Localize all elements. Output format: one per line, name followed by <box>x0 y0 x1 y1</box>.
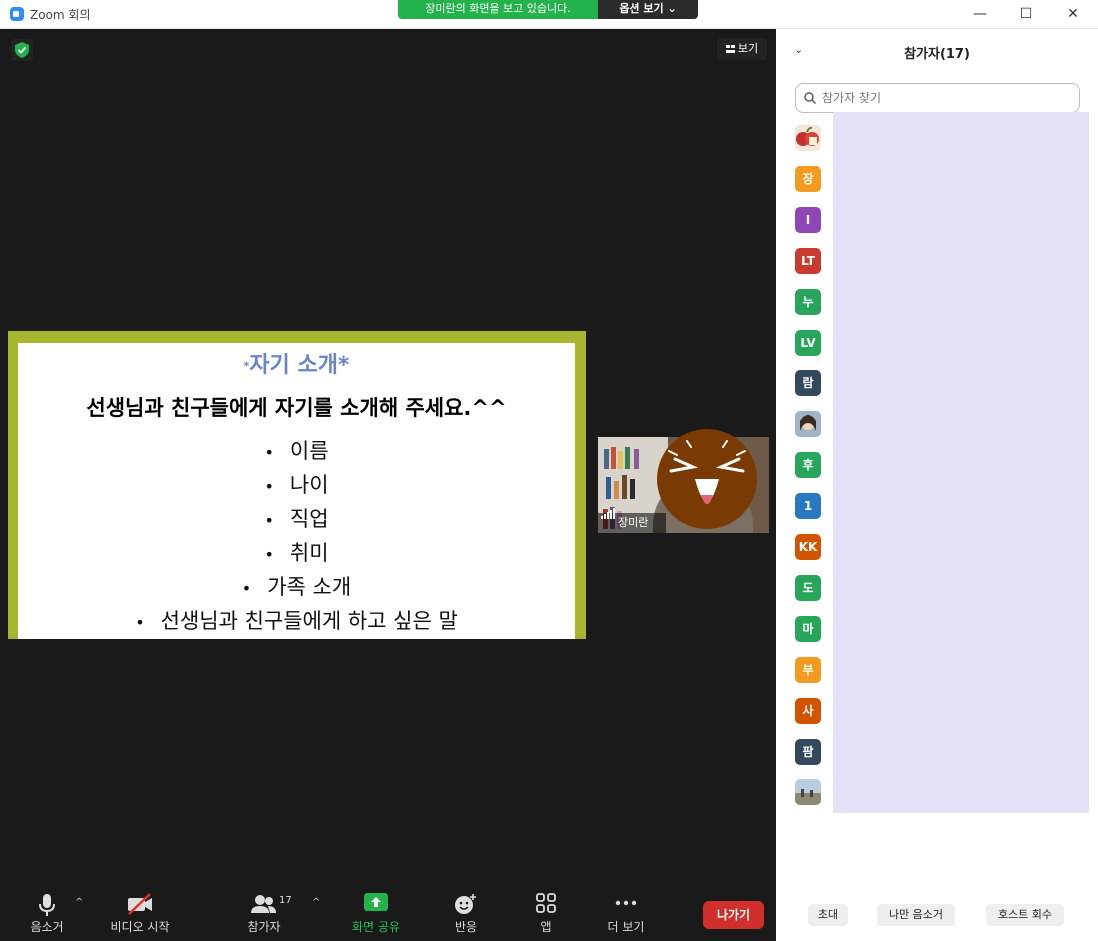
person-avatar-image[interactable] <box>795 411 821 438</box>
invite-button[interactable]: 초대 <box>808 904 848 926</box>
slide-subtitle: 선생님과 친구들에게 자기를 소개해 주세요.^^ <box>86 396 507 420</box>
reactions-label: 반응 <box>454 920 478 934</box>
slide-title-text: 자기 소개* <box>249 353 350 378</box>
participants-label: 참가자 <box>247 920 281 934</box>
more-button[interactable]: 더 보기 <box>600 883 652 941</box>
start-video-button[interactable]: 비디오 시작 <box>104 883 176 941</box>
zoom-window: Zoom 회의 장미란의 화면을 보고 있습니다. 옵션 보기 ⌄ — ☐ ✕ … <box>0 0 1098 941</box>
slide-bullet: 나이 <box>18 469 575 499</box>
more-dots-icon <box>615 900 637 906</box>
share-label: 화면 공유 <box>352 920 400 934</box>
shared-screen: *자기 소개* 선생님과 친구들에게 자기를 소개해 주세요.^^ 이름 나이 … <box>8 331 586 639</box>
view-label: 보기 <box>737 42 759 55</box>
mute-label: 음소거 <box>30 920 64 934</box>
slide-title: *자기 소개* <box>18 347 575 379</box>
share-screen-icon <box>364 893 388 911</box>
participant-avatar[interactable]: KK <box>795 534 821 560</box>
participant-avatar[interactable]: 후 <box>795 452 821 479</box>
slide-bullet: 가족 소개 <box>18 571 575 601</box>
meeting-area: 보기 *자기 소개* 선생님과 친구들에게 자기를 소개해 주세요.^^ 이름 … <box>0 29 776 941</box>
close-icon[interactable]: ✕ <box>1063 4 1083 24</box>
slide-bullet: 이름 <box>18 435 575 465</box>
participant-avatar[interactable]: 팜 <box>795 738 821 765</box>
slide-bullet: 직업 <box>18 503 575 533</box>
participants-panel: ⌄ 참가자(17) 장ILT누LV람후1KK도마부사팜 초대 나만 음소거 호스… <box>776 29 1098 941</box>
slide-content: *자기 소개* 선생님과 친구들에게 자기를 소개해 주세요.^^ 이름 나이 … <box>18 343 575 639</box>
participant-avatar[interactable]: 부 <box>795 656 821 683</box>
meeting-toolbar: 음소거 ^ 비디오 시작 17 참가자 ^ 화면 공유 반응 앱 더 보기 나가… <box>0 883 776 941</box>
participants-icon <box>251 895 276 913</box>
participant-avatar[interactable]: 사 <box>795 697 821 724</box>
reclaim-host-button[interactable]: 호스트 회수 <box>986 904 1064 926</box>
participant-avatar[interactable]: LV <box>795 329 821 356</box>
participants-panel-title: 참가자(17) <box>904 47 970 62</box>
title-bar: Zoom 회의 장미란의 화면을 보고 있습니다. 옵션 보기 ⌄ — ☐ ✕ <box>0 0 1098 29</box>
participants-options-chevron-icon[interactable]: ^ <box>312 897 320 908</box>
window-title: Zoom 회의 <box>30 8 91 22</box>
leave-button[interactable]: 나가기 <box>703 901 764 929</box>
microphone-icon <box>39 894 55 916</box>
participants-button[interactable]: 17 참가자 <box>236 883 292 941</box>
zoom-logo-icon <box>10 7 24 21</box>
view-options-button[interactable]: 옵션 보기 ⌄ <box>598 0 698 19</box>
audio-options-chevron-icon[interactable]: ^ <box>75 897 83 908</box>
share-banner-text: 장미란의 화면을 보고 있습니다. <box>398 0 598 19</box>
participant-avatar[interactable]: LT <box>795 247 821 274</box>
camera-participant-name: 장미란 <box>618 516 649 529</box>
video-off-icon <box>128 893 152 915</box>
reaction-smiley-icon <box>455 894 476 914</box>
view-button[interactable]: 보기 <box>717 38 767 60</box>
screen-share-banner: 장미란의 화면을 보고 있습니다. 옵션 보기 ⌄ <box>398 0 698 19</box>
mute-me-button[interactable]: 나만 음소거 <box>877 904 955 926</box>
slide-bullet: 선생님과 친구들에게 하고 싶은 말 <box>18 605 575 635</box>
apps-icon <box>536 893 556 913</box>
laughing-face-overlay-icon <box>657 429 757 529</box>
reactions-button[interactable]: 반응 <box>440 883 492 941</box>
apps-button[interactable]: 앱 <box>522 883 570 941</box>
participant-avatar[interactable]: 람 <box>795 370 821 397</box>
participant-avatar[interactable]: 마 <box>795 615 821 642</box>
participant-search-input[interactable] <box>822 89 1072 107</box>
share-screen-button[interactable]: 화면 공유 <box>344 883 408 941</box>
maximize-icon[interactable]: ☐ <box>1016 4 1036 24</box>
participant-avatar[interactable]: I <box>795 206 821 233</box>
participant-avatar[interactable]: 도 <box>795 574 821 601</box>
apple-avatar-image[interactable] <box>795 125 821 151</box>
slide-bullet: 취미 <box>18 537 575 567</box>
apps-label: 앱 <box>540 920 552 934</box>
landscape-avatar-image[interactable] <box>795 779 821 806</box>
participant-avatar[interactable]: 누 <box>795 288 821 315</box>
redacted-participant-names <box>833 112 1089 813</box>
participant-avatar[interactable]: 장 <box>795 165 821 192</box>
mute-button[interactable]: 음소거 <box>20 883 74 941</box>
search-icon <box>804 92 816 104</box>
participant-name-label: 장미란 <box>598 508 666 533</box>
more-label: 더 보기 <box>607 920 645 934</box>
participant-search-box[interactable] <box>795 83 1080 113</box>
minimize-icon[interactable]: — <box>970 4 990 24</box>
video-label: 비디오 시작 <box>110 920 170 934</box>
grid-view-icon <box>725 45 735 53</box>
participant-avatar[interactable]: 1 <box>795 493 821 520</box>
encryption-shield-icon[interactable] <box>11 39 33 61</box>
participants-count-badge: 17 <box>279 895 292 906</box>
